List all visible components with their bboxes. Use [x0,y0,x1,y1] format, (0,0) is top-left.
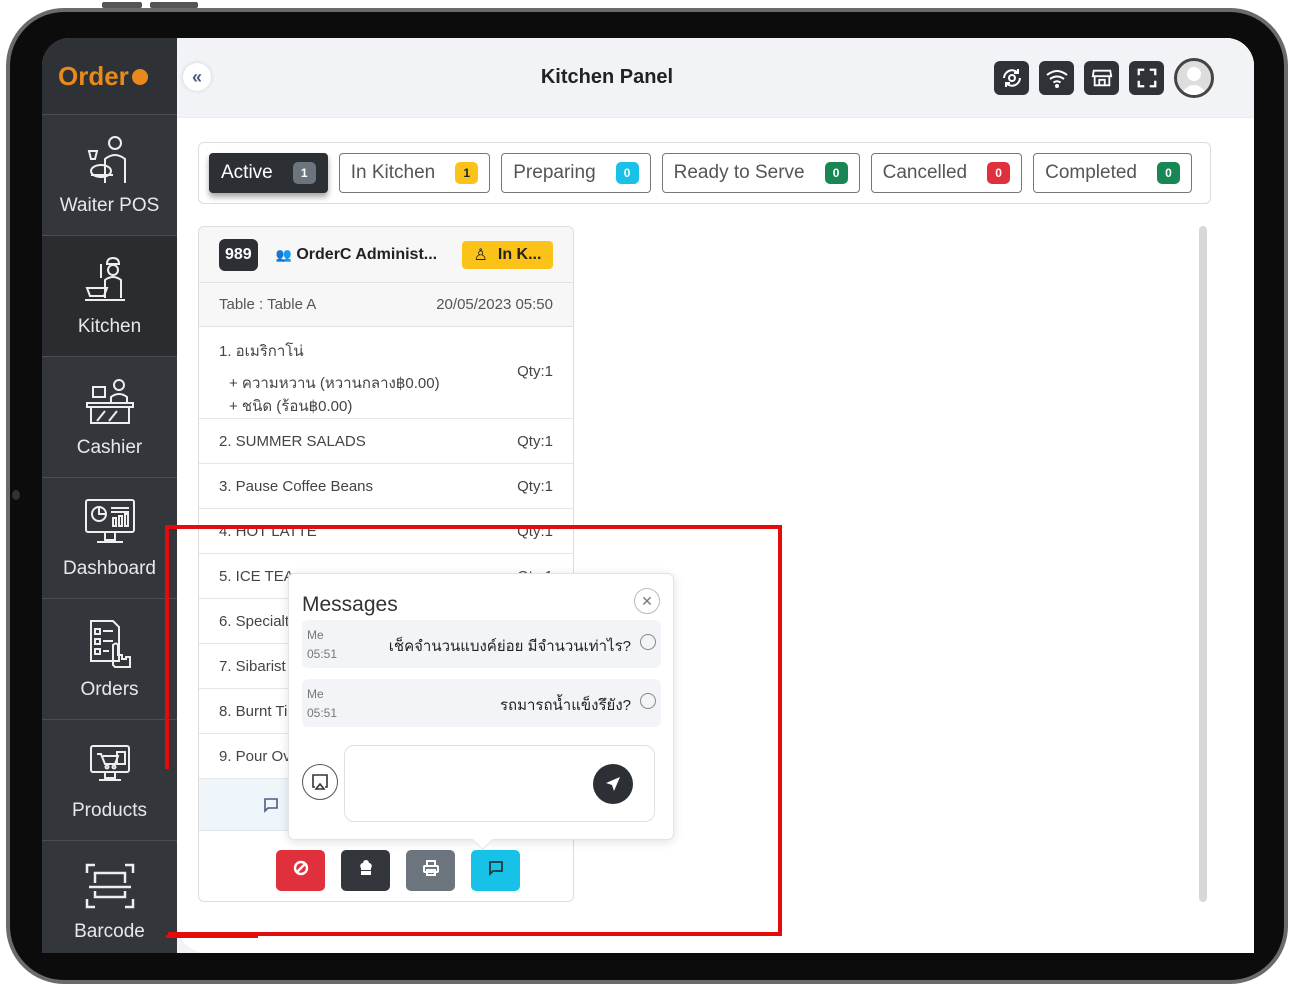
sidebar-item-orders[interactable]: Orders [42,598,177,719]
item-modifier: + ชนิด (ร้อน฿0.00) [229,398,353,415]
tab-completed[interactable]: Completed 0 [1033,153,1192,193]
device-button [102,2,142,8]
store-icon [1091,69,1112,87]
device-camera [12,490,20,500]
tab-label: Active [221,162,273,183]
user-avatar[interactable] [1174,58,1214,98]
tab-active[interactable]: Active 1 [209,153,328,193]
tab-cancelled[interactable]: Cancelled 0 [870,153,1023,193]
sidebar-item-kitchen[interactable]: Kitchen [42,235,177,356]
sync-button[interactable] [994,61,1029,95]
tab-label: In Kitchen [350,162,436,183]
highlight-annotation-bottom [166,935,258,938]
cashier-icon [85,379,134,424]
item-name: 3. Pause Coffee Beans [219,477,373,495]
logo-text: Order [58,60,129,91]
tab-count-badge: 1 [292,162,316,184]
fullscreen-button[interactable] [1129,61,1164,95]
order-card-header: 989 👥 OrderC Administ... ♙ In K... [199,227,573,283]
sidebar-item-label: Cashier [76,437,143,458]
tab-label: Completed [1045,162,1137,183]
tab-count-badge: 0 [615,162,639,184]
fullscreen-icon [1137,68,1156,88]
order-datetime: 20/05/2023 05:50 [436,296,553,313]
device-button [150,2,198,8]
tab-preparing[interactable]: Preparing 0 [501,153,651,193]
top-bar: « Kitchen Panel [177,38,1254,118]
order-status-badge: ♙ In K... [462,240,553,269]
sidebar-item-waiter-pos[interactable]: Waiter POS [42,114,177,235]
dashboard-icon [84,499,135,543]
sidebar: Order Waiter POS Kitchen Cashier Dashboa… [42,38,177,953]
order-created-by: 👥 OrderC Administ... [276,246,462,264]
tab-label: Ready to Serve [673,162,805,183]
order-number: 989 [219,238,258,271]
order-meta: Table : Table A 20/05/2023 05:50 [199,283,573,327]
tab-count-badge: 1 [455,162,479,184]
sidebar-item-label: Waiter POS [59,195,160,216]
tab-count-badge: 0 [1157,162,1180,184]
sync-icon [1002,69,1021,87]
order-item: 1. อเมริกาโน่ + ความหวาน (หวานกลาง฿0.00) +… [199,327,573,419]
user-tie-icon: 👥 [275,246,292,262]
status-tabs: Active 1 In Kitchen 1 Preparing 0 Ready to Ser… [198,142,1211,204]
store-button[interactable] [1084,61,1119,95]
table-label: Table : Table A [219,296,317,313]
order-item: 2. SUMMER SALADS Qty:1 [199,419,573,464]
tab-count-badge: 0 [987,162,1011,184]
orders-icon [89,620,131,668]
app-logo[interactable]: Order [42,38,177,114]
tab-label: Cancelled [882,162,968,183]
order-item: 3. Pause Coffee Beans Qty:1 [199,464,573,509]
status-text: In K... [497,245,542,263]
sidebar-item-cashier[interactable]: Cashier [42,356,177,477]
item-name: 2. SUMMER SALADS [219,432,366,450]
item-name: 1. อเมริกาโน่ [219,343,304,360]
created-by-text: OrderC Administ... [296,245,438,263]
barcode-scan-icon [85,863,134,909]
sidebar-item-label: Kitchen [77,316,142,337]
tab-in-kitchen[interactable]: In Kitchen 1 [338,153,491,193]
item-modifier: + ความหวาน (หวานกลาง฿0.00) [229,375,440,392]
highlight-annotation [168,525,782,936]
sidebar-item-dashboard[interactable]: Dashboard [42,477,177,598]
sidebar-item-label: Orders [80,679,139,700]
tab-label: Preparing [513,162,596,183]
page-title: Kitchen Panel [540,66,674,88]
sidebar-item-label: Products [72,800,147,821]
tab-ready-to-serve[interactable]: Ready to Serve 0 [661,153,860,193]
item-qty: Qty:1 [517,432,553,450]
wifi-button[interactable] [1039,61,1074,95]
logo-dot-icon [131,69,148,85]
item-qty: Qty:1 [517,477,553,495]
item-qty: Qty:1 [517,363,553,380]
sidebar-item-label: Dashboard [63,558,156,579]
chef-small-icon: ♙ [473,246,488,264]
chef-icon [84,256,125,301]
scrollbar[interactable] [1199,226,1207,902]
sidebar-item-barcode[interactable]: Barcode [42,840,177,953]
wifi-icon [1045,70,1068,88]
sidebar-item-label: Barcode [74,921,145,942]
user-icon [1180,67,1208,95]
highlight-annotation-left [165,525,169,769]
products-icon [89,745,130,781]
waiter-icon [87,136,126,183]
tab-count-badge: 0 [824,162,848,184]
sidebar-item-products[interactable]: Products [42,719,177,840]
